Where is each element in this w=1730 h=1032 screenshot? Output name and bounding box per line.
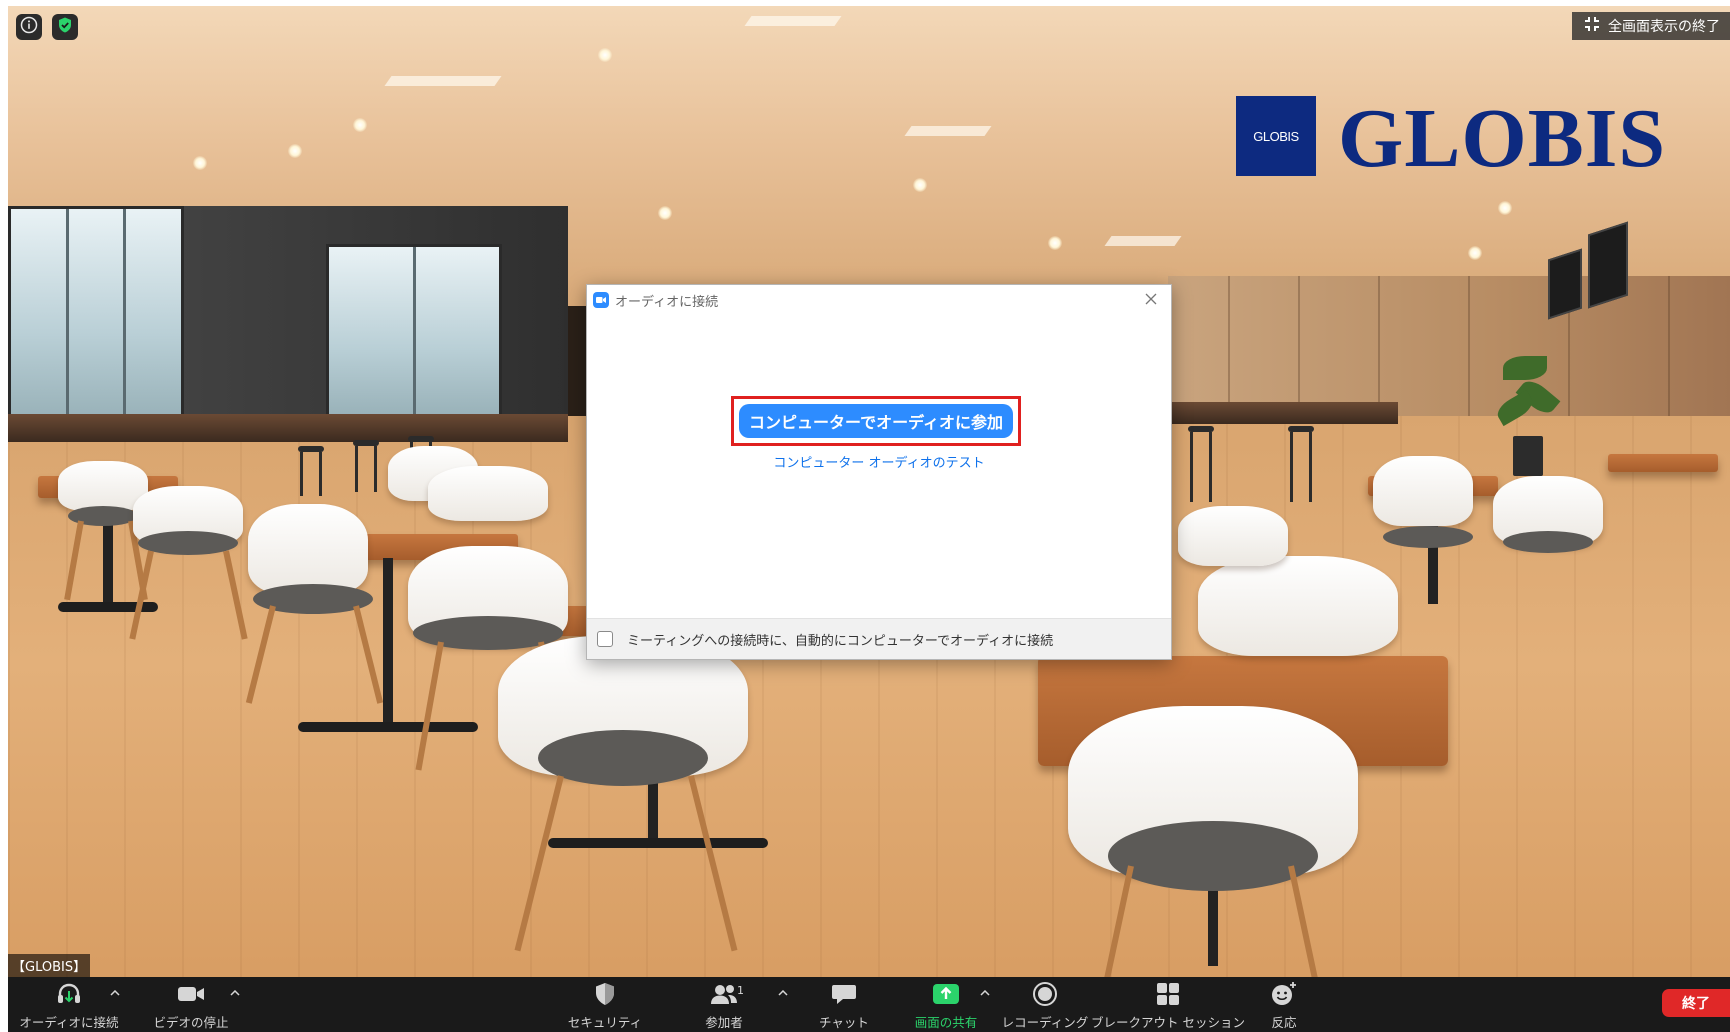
meeting-info-button[interactable] xyxy=(16,14,42,40)
dialog-title: オーディオに接続 xyxy=(615,295,719,310)
globis-logo-mark: GLOBIS xyxy=(1236,96,1316,176)
video-camera-icon xyxy=(176,983,206,1009)
globis-logo-wordmark: GLOBIS xyxy=(1338,92,1667,185)
test-computer-audio-link[interactable]: コンピューター オーディオのテスト xyxy=(587,452,1171,471)
dialog-close-button[interactable] xyxy=(1141,289,1161,309)
chat-button[interactable]: チャット xyxy=(802,977,886,1032)
meeting-window: 全画面表示の終了 GLOBIS GLOBIS 【GLOBIS】 オーディオに接続… xyxy=(8,6,1730,1032)
smiley-plus-icon xyxy=(1270,981,1298,1011)
exit-fullscreen-icon xyxy=(1584,16,1600,36)
zoom-app-icon xyxy=(593,292,609,308)
record-label: レコーディング xyxy=(1001,1015,1089,1030)
chevron-up-icon xyxy=(230,981,240,1000)
encryption-status-button[interactable] xyxy=(52,14,78,40)
share-screen-label: 画面の共有 xyxy=(914,1015,978,1030)
window-left xyxy=(8,206,184,422)
participants-count: 1 xyxy=(737,984,744,997)
chevron-up-icon xyxy=(110,981,120,1000)
end-meeting-button[interactable]: 終了 xyxy=(1662,989,1730,1017)
join-computer-audio-button[interactable]: コンピューターでオーディオに参加 xyxy=(739,404,1013,438)
auto-join-audio-checkbox[interactable] xyxy=(597,631,613,647)
shield-icon xyxy=(593,981,617,1011)
audio-options-caret[interactable] xyxy=(108,983,122,997)
dialog-footer: ミーティングへの接続時に、自動的にコンピューターでオーディオに接続 xyxy=(587,618,1171,659)
info-icon xyxy=(20,16,38,38)
join-audio-label: オーディオに接続 xyxy=(19,1015,119,1030)
logo-mark-text: GLOBIS xyxy=(1253,128,1299,144)
exit-fullscreen-label: 全画面表示の終了 xyxy=(1608,19,1720,35)
chat-label: チャット xyxy=(819,1015,869,1030)
reactions-button[interactable]: 反応 xyxy=(1244,977,1324,1032)
dialog-titlebar: オーディオに接続 xyxy=(587,285,1171,315)
chevron-up-icon xyxy=(778,981,788,1000)
shield-check-icon xyxy=(56,16,74,38)
participant-name-tag: 【GLOBIS】 xyxy=(8,954,91,977)
share-screen-icon xyxy=(931,982,961,1010)
audio-connect-dialog: オーディオに接続 コンピューターでオーディオに参加 コンピューター オーディオの… xyxy=(586,284,1172,660)
window-center xyxy=(326,244,502,420)
meeting-toolbar: オーディオに接続 ビデオの停止 セキュリティ 1 参加者 チャット 画面の共有 … xyxy=(8,977,1730,1032)
participants-label: 参加者 xyxy=(705,1015,743,1030)
grid-icon xyxy=(1155,981,1181,1011)
record-button[interactable]: レコーディング xyxy=(998,977,1092,1032)
video-options-caret[interactable] xyxy=(228,983,242,997)
security-label: セキュリティ xyxy=(567,1015,643,1030)
stop-video-button[interactable]: ビデオの停止 xyxy=(143,977,239,1032)
participants-options-caret[interactable] xyxy=(776,983,790,997)
chevron-up-icon xyxy=(980,981,990,1000)
auto-join-audio-label[interactable]: ミーティングへの接続時に、自動的にコンピューターでオーディオに接続 xyxy=(627,630,1053,649)
participants-button[interactable]: 1 参加者 xyxy=(680,977,768,1032)
record-icon xyxy=(1032,981,1058,1011)
security-button[interactable]: セキュリティ xyxy=(560,977,650,1032)
reactions-label: 反応 xyxy=(1271,1015,1297,1030)
headphones-icon xyxy=(54,981,84,1011)
stop-video-label: ビデオの停止 xyxy=(153,1015,229,1030)
exit-fullscreen-button[interactable]: 全画面表示の終了 xyxy=(1572,12,1730,40)
share-options-caret[interactable] xyxy=(978,983,992,997)
join-audio-button[interactable]: オーディオに接続 xyxy=(16,977,122,1032)
breakout-sessions-button[interactable]: ブレークアウト セッション xyxy=(1091,977,1245,1032)
people-icon xyxy=(709,982,739,1010)
chat-bubble-icon xyxy=(830,982,858,1010)
breakout-sessions-label: ブレークアウト セッション xyxy=(1091,1015,1245,1030)
close-icon xyxy=(1141,293,1161,313)
